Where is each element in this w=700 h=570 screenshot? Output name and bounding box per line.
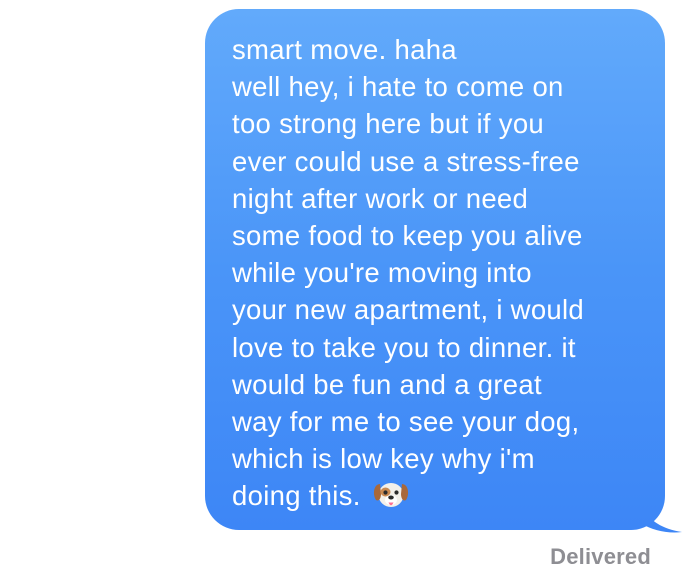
- delivery-status: Delivered: [550, 544, 651, 569]
- message-line: way for me to see your dog,: [232, 406, 580, 438]
- message-line-last: doing this.: [232, 477, 647, 514]
- message-line: well hey, i hate to come on: [232, 71, 564, 103]
- message-line: your new apartment, i would: [232, 294, 585, 326]
- message-line: smart move. haha: [232, 34, 457, 65]
- dog-face-icon: [373, 483, 408, 508]
- message-line: night after work or need: [232, 182, 529, 214]
- message-line: which is low key why i'm: [232, 443, 535, 475]
- message-line: ever could use a stress-free: [232, 145, 580, 177]
- message-line: love to take you to dinner. it: [232, 331, 576, 363]
- message-line-text: doing this.: [232, 480, 361, 512]
- message-thread: smart move. haha well hey, i hate to com…: [0, 0, 700, 570]
- message-line: would be fun and a great: [232, 368, 542, 400]
- outgoing-message-bubble[interactable]: smart move. haha well hey, i hate to com…: [205, 9, 665, 530]
- message-line: while you're moving into: [232, 257, 532, 289]
- message-line: some food to keep you alive: [232, 220, 583, 252]
- message-line: too strong here but if you: [232, 108, 545, 140]
